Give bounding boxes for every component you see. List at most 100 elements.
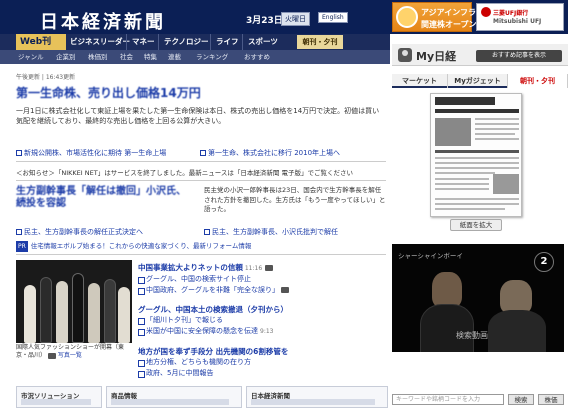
subnav-item[interactable]: 連載 bbox=[168, 50, 181, 64]
newspaper-thumbnail[interactable] bbox=[430, 93, 522, 217]
nav-item-life[interactable]: ライフ bbox=[210, 34, 239, 50]
news-list-group: グーグル、中国本土の検索撤退（夕刊から） 「細川ト夕刊」で報じる 米国が中国に安… bbox=[138, 304, 388, 337]
news-list-item[interactable]: グーグル、中国本土の検索撤退（夕刊から） bbox=[138, 304, 388, 315]
photo-more-link[interactable]: 写真一覧 bbox=[58, 352, 82, 359]
right-tabs: マーケット Myガジェット 朝刊・夕刊 bbox=[392, 74, 568, 88]
tab-paper-edition[interactable]: 朝刊・夕刊 bbox=[508, 74, 568, 88]
model-figure bbox=[88, 283, 100, 343]
text-line bbox=[435, 203, 519, 205]
text-line bbox=[435, 172, 495, 174]
subnav-item[interactable]: 社会 bbox=[120, 50, 133, 64]
site-logo[interactable]: 日本経済新聞 bbox=[40, 8, 166, 34]
related-link-text: 第一生命、株式会社に移行 2010年上場へ bbox=[208, 149, 341, 157]
news-sub-item[interactable]: 米国が中国に安全保障の懸念を伝達 9:13 bbox=[138, 326, 388, 337]
model-figure bbox=[104, 279, 116, 343]
related-link[interactable]: 民主、生方副幹事長の解任正式決定へ bbox=[16, 227, 143, 237]
text-line bbox=[435, 157, 519, 159]
promo-tag: PR bbox=[16, 241, 28, 252]
model-figure bbox=[24, 285, 36, 343]
camera-icon bbox=[264, 265, 273, 271]
news-sub-text: 政府、5月に中間報告 bbox=[146, 369, 214, 377]
user-icon bbox=[398, 48, 412, 62]
divider bbox=[16, 161, 386, 162]
subnav-item[interactable]: 企業別 bbox=[56, 50, 76, 64]
news-sub-time: 9:13 bbox=[260, 328, 274, 335]
newspaper-photo bbox=[493, 174, 519, 194]
model-figure bbox=[40, 277, 52, 343]
my-nikkei-title[interactable]: My日経 bbox=[416, 48, 456, 64]
subnav-item[interactable]: ジャンル bbox=[18, 50, 44, 64]
stock-search-button[interactable]: 株価 bbox=[538, 394, 564, 405]
nav-item-technology[interactable]: テクノロジー bbox=[158, 34, 209, 50]
nav-item-business[interactable]: ビジネスリーダー bbox=[70, 34, 130, 50]
nav-item-money[interactable]: マネー bbox=[126, 34, 155, 50]
news-list-item[interactable]: 中国事業拡大よりネットの信頼 11:16 bbox=[138, 262, 388, 274]
text-line bbox=[475, 133, 515, 135]
enlarge-button[interactable]: 紙面を拡大 bbox=[450, 219, 502, 231]
search-button[interactable]: 検索 bbox=[508, 394, 534, 405]
related-link-text: 民主、生方副幹事長、小沢氏批判で解任 bbox=[212, 228, 338, 236]
newspaper-headline-bar bbox=[435, 109, 519, 113]
divider bbox=[16, 254, 386, 255]
search-input[interactable]: キーワードや銘柄コードを入力 bbox=[392, 394, 504, 405]
second-body: 民主党の小沢一郎幹事長は23日、国会内で生方幹事長を解任された方針を撤回した。生… bbox=[204, 186, 386, 213]
fashion-photo[interactable] bbox=[16, 260, 132, 343]
subnav-item[interactable]: 株価別 bbox=[88, 50, 108, 64]
promo-banner[interactable]: PR 住宅情報エボルブ始まる！これからの快適な家づくり、最新リフォーム情報 bbox=[16, 241, 386, 252]
news-sub-item[interactable]: グーグル、中国の検索サイト停止 bbox=[138, 274, 388, 285]
tab-my-gadget[interactable]: Myガジェット bbox=[448, 74, 508, 88]
text-line bbox=[435, 188, 489, 190]
newspaper-headline-bar bbox=[435, 150, 519, 153]
subnav-item[interactable]: ランキング bbox=[196, 50, 228, 64]
top-headline[interactable]: 第一生命株、売り出し価格14万円 bbox=[16, 84, 201, 101]
weekday-badge: 火曜日 bbox=[281, 12, 310, 26]
tab-market[interactable]: マーケット bbox=[392, 74, 448, 88]
bottom-box-newspaper[interactable]: 日本経済新聞 bbox=[246, 386, 388, 408]
news-sub-item[interactable]: 「細川ト夕刊」で報じる bbox=[138, 315, 388, 326]
news-list-item[interactable]: 地方が国を奉ず手段分 出先機関の6割移管を bbox=[138, 346, 388, 357]
bottom-box-commodity[interactable]: 商品情報 bbox=[106, 386, 242, 408]
ad-circle-icon bbox=[396, 6, 418, 28]
model-figure bbox=[72, 273, 84, 343]
text-line bbox=[435, 198, 519, 200]
english-link[interactable]: English bbox=[318, 12, 348, 23]
second-headline[interactable]: 生方副幹事長「解任は撤回」小沢氏、続投を容認 bbox=[16, 186, 194, 210]
divider bbox=[16, 180, 386, 181]
placeholder-bar bbox=[21, 399, 91, 405]
notice-text[interactable]: ＜お知らせ＞「NIKKEI NET」はサービスを終了しました。最新ニュースは「日… bbox=[16, 167, 353, 177]
nav-item-sports[interactable]: スポーツ bbox=[242, 34, 278, 50]
news-title: 地方が国を奉ず手段分 出先機関の6割移管を bbox=[138, 347, 289, 356]
camera-icon bbox=[281, 287, 290, 293]
recommend-button[interactable]: おすすめ記事を表示 bbox=[476, 50, 562, 62]
bottom-box-market[interactable]: 市況ソリューション bbox=[16, 386, 102, 408]
news-sub-item[interactable]: 地方分権、どちらも機関の在り方 bbox=[138, 357, 388, 368]
asia-infra-ad[interactable]: アジアインフラ 関連株オープン bbox=[392, 2, 477, 32]
photo-caption: 国際人気ファッションショーが開幕（東京・品川） 写真一覧 bbox=[16, 344, 132, 360]
text-line bbox=[475, 118, 519, 120]
link-box-icon bbox=[16, 229, 22, 235]
nav-paper-edition[interactable]: 朝刊・夕刊 bbox=[297, 35, 343, 49]
link-box-icon bbox=[16, 150, 22, 156]
video-player[interactable]: シャーシャインボーイ 2 検索動画 bbox=[392, 244, 564, 352]
text-line bbox=[435, 162, 519, 164]
newspaper-photo bbox=[435, 118, 471, 146]
video-label: 検索動画 bbox=[456, 331, 488, 340]
related-link[interactable]: 民主、生方副幹事長、小沢氏批判で解任 bbox=[204, 227, 338, 237]
related-link[interactable]: 第一生命、株式会社に移行 2010年上場へ bbox=[200, 148, 340, 158]
link-box-icon bbox=[200, 150, 206, 156]
subnav-item[interactable]: おすすめ bbox=[244, 50, 270, 64]
sub-nav: ジャンル 企業別 株価別 社会 特集 連載 ランキング おすすめ bbox=[0, 50, 390, 64]
bank-ad[interactable]: 三菱UFJ銀行 Mitsubishi UFJ bbox=[476, 3, 564, 31]
person-head bbox=[432, 272, 462, 308]
link-box-icon bbox=[204, 229, 210, 235]
placeholder-bar bbox=[111, 399, 229, 405]
news-sub-item[interactable]: 政府、5月に中間報告 bbox=[138, 368, 388, 379]
related-link[interactable]: 新規公開株、市場活性化に期待 第一生命上場 bbox=[16, 148, 166, 158]
nav-web-label[interactable]: Web刊 bbox=[16, 34, 66, 50]
news-sub-item[interactable]: 中国政府、グーグルを非難「完全な誤り」 bbox=[138, 285, 388, 296]
subnav-item[interactable]: 特集 bbox=[144, 50, 157, 64]
top-lead: 一月1日に株式会社化して東証上場を果たした第一生命保険は本日、株式の売出し価格を… bbox=[16, 107, 380, 125]
person-body bbox=[420, 304, 474, 352]
ad-line-2: 関連株オープン bbox=[421, 20, 477, 29]
news-title: グーグル、中国本土の検索撤退（夕刊から） bbox=[138, 305, 288, 314]
